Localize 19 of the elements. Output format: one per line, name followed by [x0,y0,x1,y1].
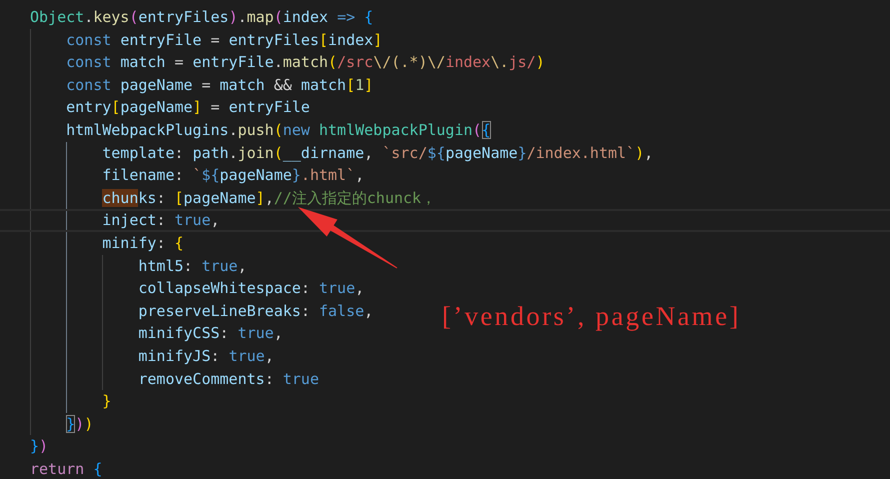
code-line: Object.keys(entryFiles).map(index => { [30,7,374,28]
code-line: const entryFile = entryFiles[index] [30,28,890,52]
code-line: minifyJS: true, [30,344,890,368]
code-line: const pageName = match && match[1] [30,74,890,96]
code-line: chunks: [pageName],//注入指定的chunck， [30,186,890,210]
code-line: minify: { [30,232,890,255]
code-line: filename: `${pageName}.html`, [30,164,890,187]
code-line: })) [30,412,890,436]
code-line: html5: true, [30,254,890,278]
code-line: return { [30,458,104,479]
code-line: }) [30,436,50,458]
code-line: template: path.join(__dirname, `src/${pageName}/index.html`), [30,142,890,164]
code-line: } [30,390,890,413]
code-line: entry[pageName] = entryFile [30,96,890,119]
code-line: const match = entryFile.match(/src\/(.*)\/index\.js/) [30,51,890,74]
code-line: inject: true, [0,209,890,232]
code-line: htmlWebpackPlugins.push(new htmlWebpackPlugin({ [30,118,890,142]
code-line: removeComments: true [30,368,890,390]
code-line: collapseWhitespace: true, [30,277,890,300]
